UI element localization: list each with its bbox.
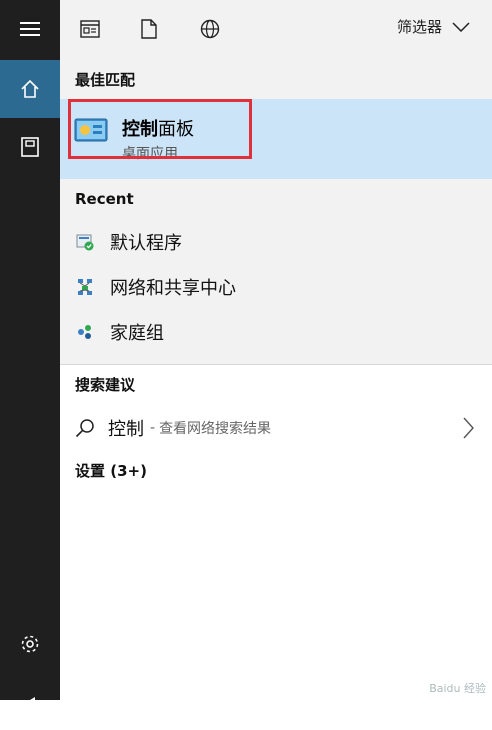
recent-item-network-sharing-center[interactable]: 网络和共享中心 xyxy=(60,265,492,309)
search-panel: 筛选器 最佳匹配 控制面板 桌面应用 Recent 默认程序 网络和共享中心 家… xyxy=(60,0,492,700)
globe-icon xyxy=(200,19,220,39)
settings-results-heading[interactable]: 设置 (3+) xyxy=(75,460,147,481)
recent-item-label: 默认程序 xyxy=(110,233,182,254)
left-rail xyxy=(0,0,60,715)
apps-filter-button[interactable] xyxy=(76,15,104,43)
recent-item-homegroup[interactable]: 家庭组 xyxy=(60,310,492,354)
best-match-heading: 最佳匹配 xyxy=(75,71,136,89)
watermark: Baidu 经验 xyxy=(429,682,486,695)
menu-button[interactable] xyxy=(0,0,60,58)
filter-dropdown[interactable]: 筛选器 xyxy=(397,16,470,37)
homegroup-icon xyxy=(74,321,96,343)
hamburger-icon xyxy=(20,22,40,36)
notebook-button[interactable] xyxy=(0,118,60,176)
suggestion-separator: - xyxy=(150,420,156,436)
documents-filter-button[interactable] xyxy=(135,15,163,43)
network-sharing-icon xyxy=(74,276,96,298)
search-toolbar: 筛选器 xyxy=(60,0,492,58)
search-icon xyxy=(74,417,96,439)
chevron-down-icon xyxy=(452,21,470,32)
home-icon xyxy=(21,79,39,98)
search-suggestions-heading: 搜索建议 xyxy=(75,376,136,394)
recent-item-label: 网络和共享中心 xyxy=(110,278,236,299)
recent-item-label: 家庭组 xyxy=(110,323,164,344)
suggestion-term: 控制 xyxy=(108,419,144,440)
recent-heading: Recent xyxy=(75,190,134,208)
chevron-right-icon xyxy=(463,417,474,439)
web-filter-button[interactable] xyxy=(196,15,224,43)
default-programs-icon xyxy=(74,231,96,253)
gear-icon xyxy=(21,635,39,653)
settings-button[interactable] xyxy=(0,615,60,673)
filter-label: 筛选器 xyxy=(396,18,442,36)
web-search-suggestion[interactable]: 控制 - 查看网络搜索结果 xyxy=(60,405,492,451)
recent-item-default-programs[interactable]: 默认程序 xyxy=(60,220,492,264)
suggestion-hint: 查看网络搜索结果 xyxy=(159,421,272,437)
power-button[interactable] xyxy=(0,672,60,730)
highlight-annotation xyxy=(68,99,252,159)
document-icon xyxy=(141,19,157,39)
notebook-icon xyxy=(21,137,39,157)
home-button[interactable] xyxy=(0,60,60,118)
power-icon xyxy=(25,697,35,715)
app-window-icon xyxy=(80,20,100,38)
